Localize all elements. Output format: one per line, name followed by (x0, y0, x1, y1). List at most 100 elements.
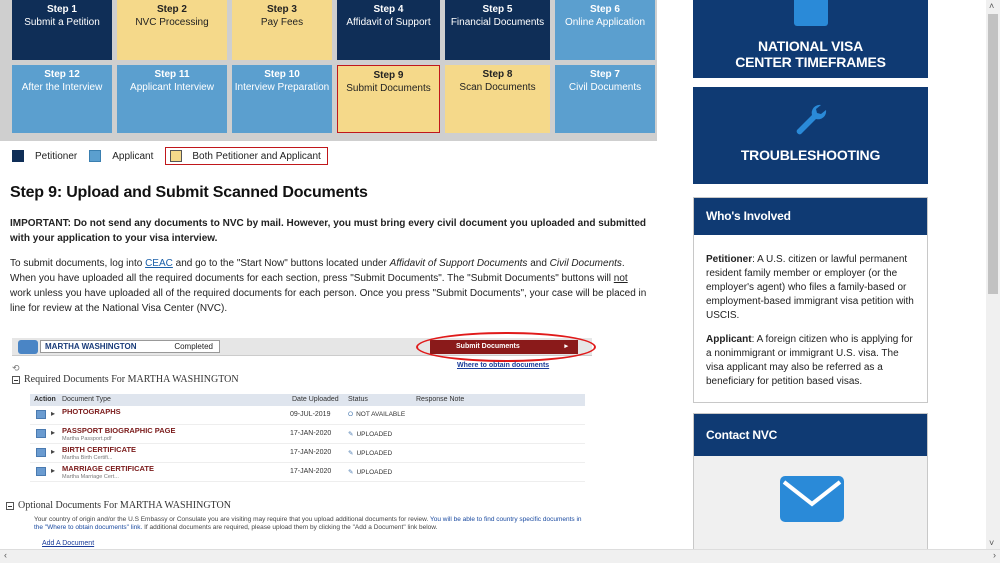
step-label: Online Application (564, 17, 646, 28)
bottom-step-6[interactable]: Step 7 Civil Documents (555, 65, 655, 133)
document-status: ✎ UPLOADED (348, 469, 393, 476)
legend-both: Both Petitioner and Applicant (192, 150, 321, 162)
step-number: Step 12 (44, 69, 80, 80)
status-icon: ✎ (348, 469, 354, 476)
para-em-1: Affidavit of Support Documents (389, 258, 528, 269)
opt-text-3: If additional documents are required, pl… (142, 524, 438, 531)
para-em-2: Civil Documents (549, 258, 622, 269)
applicant-definition: Applicant: A foreign citizen who is appl… (706, 333, 915, 389)
upload-date: 17-JAN-2020 (290, 449, 332, 456)
step-number: Step 6 (589, 4, 620, 15)
instructions-paragraph: To submit documents, log into CEAC and g… (10, 256, 650, 316)
refresh-icon: ⟲ (12, 363, 20, 373)
col-response: Response Note (416, 396, 465, 403)
col-date: Date Uploaded (292, 396, 339, 403)
troubleshooting-card[interactable]: TROUBLESHOOTING (693, 87, 928, 184)
timeframes-card[interactable]: NATIONAL VISA CENTER TIMEFRAMES (693, 0, 928, 78)
document-icon (36, 467, 46, 476)
document-status: ✎ UPLOADED (348, 431, 393, 438)
troubleshooting-title: TROUBLESHOOTING (740, 147, 881, 163)
para-text-2: and go to the "Start Now" buttons locate… (172, 258, 390, 269)
top-step-1[interactable]: Step 1 Submit a Petition (12, 0, 112, 60)
highlight-ellipse (416, 332, 596, 362)
wrench-icon (796, 104, 827, 135)
table-row: ▸ PHOTOGRAPHS 09-JUL-2019 O NOT AVAILABLE (30, 406, 585, 425)
step-label: Pay Fees (260, 17, 304, 28)
step-number: Step 2 (156, 4, 187, 15)
opt-text-1: Your country of origin and/or the U.S Em… (34, 516, 430, 523)
important-note: IMPORTANT: Do not send any documents to … (10, 218, 647, 244)
vertical-scroll-thumb[interactable] (988, 14, 998, 294)
where-to-obtain-link: Where to obtain documents (457, 362, 550, 369)
document-filename: Martha Birth Certifi... (62, 455, 113, 461)
document-type: MARRIAGE CERTIFICATE (62, 464, 154, 473)
status-icon: ✎ (348, 450, 354, 457)
vertical-scrollbar[interactable]: ˄ ˅ (986, 0, 1000, 549)
both-swatch (170, 150, 183, 162)
bottom-step-1[interactable]: Step 12 After the Interview (12, 65, 112, 133)
document-type: PHOTOGRAPHS (62, 407, 121, 416)
step-number: Step 11 (154, 69, 190, 80)
upload-date: 17-JAN-2020 (290, 468, 332, 475)
top-step-6[interactable]: Step 6 Online Application (555, 0, 655, 60)
horizontal-scrollbar[interactable]: ‹ › (0, 549, 1000, 563)
para-underline-not: not (613, 273, 628, 284)
scroll-left-icon[interactable]: ‹ (4, 550, 7, 560)
applicant-swatch (89, 150, 102, 162)
documents-table: Action Document Type Date Uploaded Statu… (30, 394, 585, 482)
para-text-3: and (527, 258, 550, 269)
contact-nvc-panel[interactable]: Contact NVC (693, 413, 928, 563)
expand-arrow-icon: ▸ (51, 447, 56, 456)
scroll-right-icon[interactable]: › (993, 550, 996, 560)
status-icon: ✎ (348, 431, 354, 438)
step-label: After the Interview (21, 82, 103, 93)
collapse-icon (12, 375, 20, 384)
table-header: Action Document Type Date Uploaded Statu… (30, 394, 585, 406)
bottom-step-3[interactable]: Step 10 Interview Preparation (232, 65, 332, 133)
step-number: Step 5 (482, 4, 513, 15)
applicant-term: Applicant (706, 334, 752, 345)
col-status: Status (348, 396, 368, 403)
top-step-4[interactable]: Step 4 Affidavit of Support (337, 0, 440, 60)
bottom-step-5[interactable]: Step 8 Scan Documents (445, 65, 550, 133)
top-step-2[interactable]: Step 2 NVC Processing (117, 0, 227, 60)
step-number: Step 7 (589, 69, 620, 80)
applicant-status: Completed (174, 342, 213, 351)
petitioner-term: Petitioner (706, 254, 753, 265)
document-icon (36, 429, 46, 438)
step-label: Civil Documents (568, 82, 642, 93)
step-label: Affidavit of Support (346, 17, 431, 28)
top-step-5[interactable]: Step 5 Financial Documents (445, 0, 550, 60)
applicant-name-box: MARTHA WASHINGTON Completed (40, 340, 220, 353)
whos-involved-panel: Who's Involved Petitioner: A U.S. citize… (693, 197, 928, 403)
step-label: Financial Documents (450, 17, 545, 28)
bottom-step-2[interactable]: Step 11 Applicant Interview (117, 65, 227, 133)
step-label: Applicant Interview (130, 82, 214, 93)
top-step-3[interactable]: Step 3 Pay Fees (232, 0, 332, 60)
add-document-link: Add A Document (42, 540, 95, 547)
required-title-text: Required Documents For MARTHA WASHINGTON (24, 374, 239, 385)
optional-description: Your country of origin and/or the U.S Em… (34, 516, 584, 532)
ceac-link[interactable]: CEAC (145, 258, 173, 269)
step-number: Step 8 (482, 69, 513, 80)
optional-title-text: Optional Documents For MARTHA WASHINGTON (18, 500, 231, 511)
step-number: Step 9 (373, 70, 404, 81)
contact-nvc-title: Contact NVC (694, 414, 927, 456)
document-status: ✎ UPLOADED (348, 450, 393, 457)
envelope-icon (780, 476, 844, 522)
legend-applicant: Applicant (112, 150, 154, 162)
bottom-step-4[interactable]: Step 9 Submit Documents (337, 65, 440, 133)
legend-both-box: Both Petitioner and Applicant (165, 147, 328, 165)
step-label: Interview Preparation (234, 82, 330, 93)
document-icon (36, 448, 46, 457)
upload-date: 17-JAN-2020 (290, 430, 332, 437)
step-flow: Step 1 Submit a Petition Step 2 NVC Process… (0, 0, 657, 141)
step-number: Step 1 (46, 4, 77, 15)
document-type: BIRTH CERTIFICATE (62, 445, 137, 454)
scroll-up-icon[interactable]: ˄ (989, 1, 994, 11)
step-number: Step 3 (266, 4, 297, 15)
required-section-title: Required Documents For MARTHA WASHINGTON (12, 374, 239, 385)
scroll-down-icon[interactable]: ˅ (989, 538, 994, 548)
upload-date: 09-JUL-2019 (290, 411, 331, 418)
step-number: Step 4 (373, 4, 404, 15)
